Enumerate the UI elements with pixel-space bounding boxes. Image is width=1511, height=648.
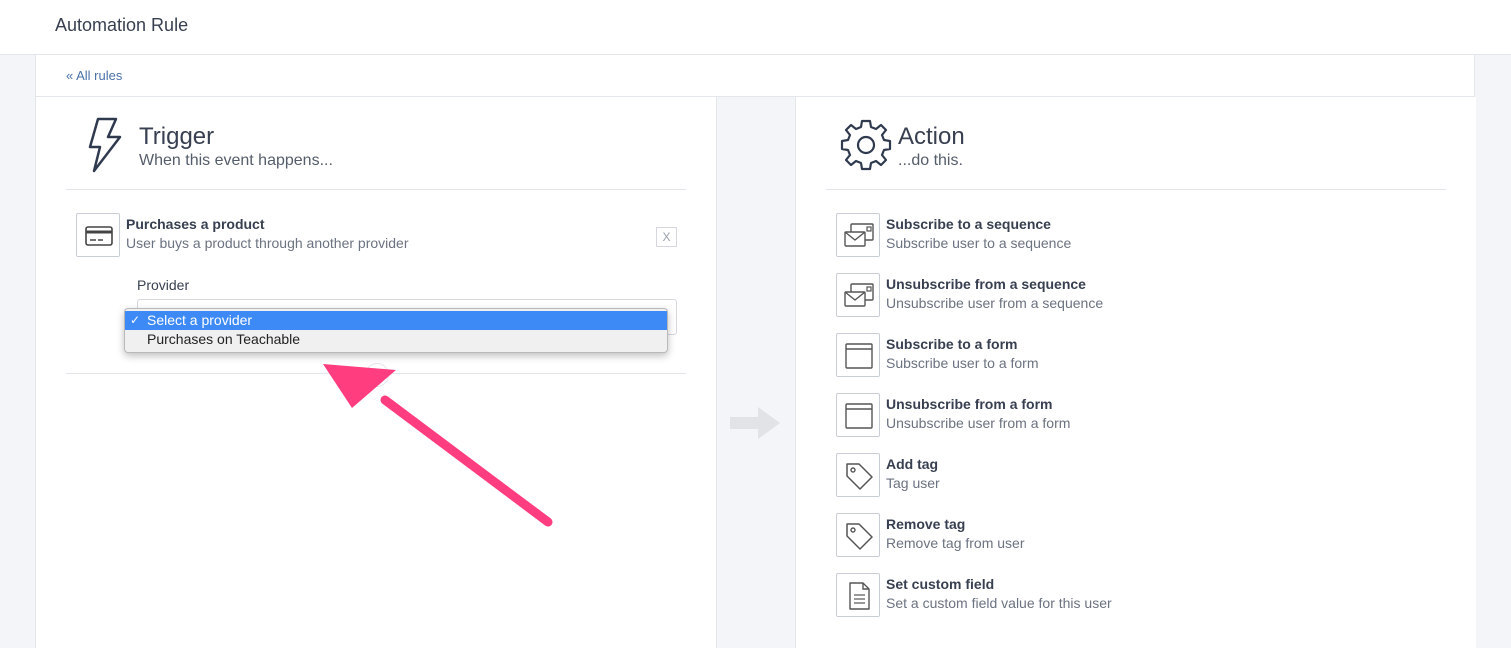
- action-item-subtitle: Unsubscribe user from a form: [886, 415, 1071, 431]
- event-subtitle: User buys a product through another prov…: [126, 235, 409, 251]
- action-icon-box: [836, 453, 880, 497]
- provider-dropdown-menu: ✓ Select a provider Purchases on Teachab…: [124, 308, 668, 353]
- action-header: Action ...do this.: [826, 97, 1446, 190]
- event-icon-box: [76, 213, 120, 257]
- gear-icon: [840, 119, 892, 171]
- action-item-title: Subscribe to a sequence: [886, 216, 1051, 232]
- action-item-title: Add tag: [886, 456, 939, 472]
- lightning-icon: [88, 117, 122, 173]
- action-icon-box: [836, 333, 880, 377]
- action-item-title: Remove tag: [886, 516, 966, 532]
- action-item-subtitle: Set a custom field value for this user: [886, 595, 1112, 611]
- action-icon-box: [836, 273, 880, 317]
- action-icon-box: [836, 213, 880, 257]
- credit-card-icon: [85, 226, 113, 246]
- action-item-subtitle: Unsubscribe user from a sequence: [886, 295, 1104, 311]
- provider-option-teachable[interactable]: Purchases on Teachable: [125, 330, 667, 349]
- provider-label: Provider: [137, 277, 190, 293]
- top-bar: Automation Rule: [0, 0, 1511, 55]
- action-subtitle: ...do this.: [898, 152, 963, 169]
- page-title: Automation Rule: [55, 15, 189, 35]
- trigger-title: Trigger: [139, 123, 215, 150]
- action-item-subtitle: Tag user: [886, 475, 940, 491]
- action-icon-box: [836, 513, 880, 557]
- tag-icon: [846, 463, 873, 490]
- arrow-right-icon: [730, 407, 780, 439]
- column-gutter: [716, 97, 796, 648]
- event-title: Purchases a product: [126, 216, 265, 232]
- action-item-subtitle: Remove tag from user: [886, 535, 1025, 551]
- trigger-column: Trigger When this event happens... Purch…: [36, 97, 716, 648]
- action-column: Action ...do this. Subscribe to a sequen…: [796, 97, 1476, 648]
- trigger-header: Trigger When this event happens...: [66, 97, 686, 190]
- provider-option-select[interactable]: ✓ Select a provider: [125, 311, 667, 330]
- action-icon-box: [836, 393, 880, 437]
- remove-event-button[interactable]: X: [656, 227, 677, 247]
- action-title: Action: [898, 123, 965, 150]
- form-icon: [845, 343, 873, 369]
- action-item-subtitle: Subscribe user to a sequence: [886, 235, 1072, 251]
- form-icon: [845, 403, 873, 429]
- document-icon: [849, 582, 870, 610]
- sequence-icon: [844, 283, 874, 307]
- action-item-title: Unsubscribe from a sequence: [886, 276, 1086, 292]
- breadcrumb-bar: « All rules: [36, 55, 1474, 97]
- action-icon-box: [836, 573, 880, 617]
- all-rules-link[interactable]: « All rules: [66, 68, 122, 83]
- action-item-title: Unsubscribe from a form: [886, 396, 1053, 412]
- action-item-title: Subscribe to a form: [886, 336, 1018, 352]
- checkmark-icon: ✓: [130, 313, 141, 327]
- action-item-title: Set custom field: [886, 576, 995, 592]
- sequence-icon: [844, 223, 874, 247]
- action-item-subtitle: Subscribe user to a form: [886, 355, 1039, 371]
- tag-icon: [846, 523, 873, 550]
- trigger-subtitle: When this event happens...: [139, 152, 333, 169]
- add-trigger-button[interactable]: [365, 363, 389, 387]
